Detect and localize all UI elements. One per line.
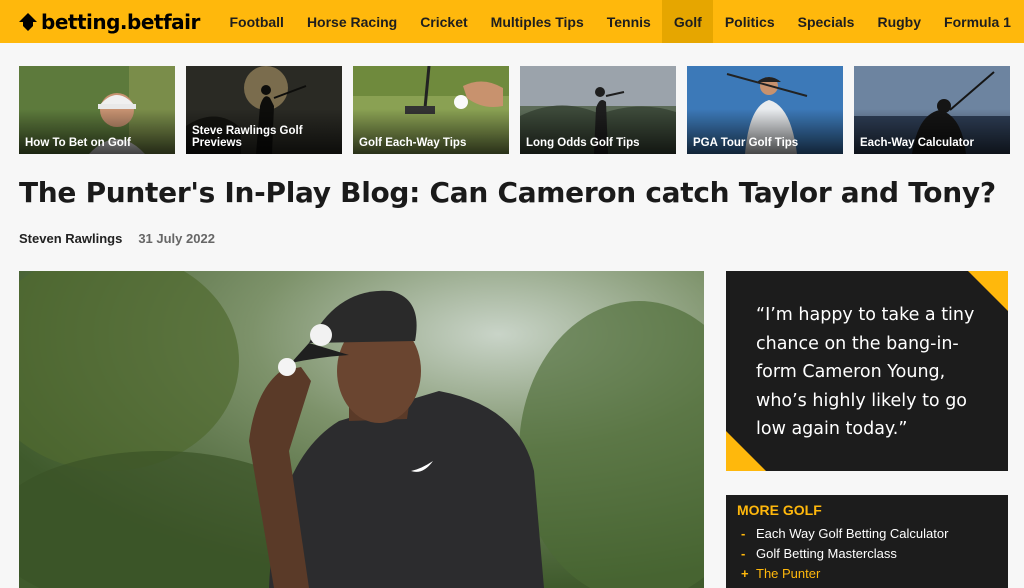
thumbnail-golf-each-way-tips[interactable]: Golf Each-Way Tips [353,66,509,154]
article-byline: Steven Rawlings 31 July 2022 [19,231,215,246]
list-bullet: - [741,525,746,541]
betfair-arrow-logo-icon [19,12,37,31]
nav-item-golf[interactable]: Golf [662,0,714,43]
thumbnail-label: How To Bet on Golf [25,137,131,149]
golfer-tipping-cap-photo [19,271,704,588]
nav-item-horse-racing[interactable]: Horse Racing [295,0,408,43]
golf-thumbnail-strip: How To Bet on Golf Steve Rawlings Golf P… [19,66,1010,154]
thumbnail-label: Each-Way Calculator [860,137,974,149]
more-golf-item-masterclass[interactable]: - Golf Betting Masterclass [737,543,997,563]
nav-item-formula-1[interactable]: Formula 1 [933,0,1023,43]
author-link[interactable]: Steven Rawlings [19,231,122,246]
betfair-logo[interactable]: betting.betfair [0,0,218,43]
nav-item-football[interactable]: Football [218,0,295,43]
more-golf-item-each-way-calculator[interactable]: - Each Way Golf Betting Calculator [737,523,997,543]
thumbnail-how-to-bet-on-golf[interactable]: How To Bet on Golf [19,66,175,154]
nav-item-tennis[interactable]: Tennis [595,0,662,43]
thumbnail-pga-tour-golf-tips[interactable]: PGA Tour Golf Tips [687,66,843,154]
thumbnail-label: Steve Rawlings Golf Previews [192,125,303,149]
thumbnail-each-way-calculator[interactable]: Each-Way Calculator [854,66,1010,154]
logo-text: betting.betfair [41,9,200,34]
list-bullet: - [741,545,746,561]
sport-nav-menu: Football Horse Racing Cricket Multiples … [218,0,1022,43]
more-golf-heading: MORE GOLF [737,502,822,518]
list-item-label: The Punter [756,565,821,581]
top-navigation-bar: betting.betfair Football Horse Racing Cr… [0,0,1024,43]
thumbnail-label: PGA Tour Golf Tips [693,137,799,149]
pull-quote-panel: “I’m happy to take a tiny chance on the … [726,271,1008,471]
nav-item-politics[interactable]: Politics [713,0,786,43]
thumbnail-long-odds-golf-tips[interactable]: Long Odds Golf Tips [520,66,676,154]
thumbnail-label: Golf Each-Way Tips [359,137,467,149]
article-title: The Punter's In-Play Blog: Can Cameron c… [19,176,996,209]
pull-quote-text: “I’m happy to take a tiny chance on the … [756,305,975,439]
list-bullet: + [741,565,749,581]
article-hero-image [19,271,704,588]
thumbnail-steve-rawlings-golf-previews[interactable]: Steve Rawlings Golf Previews [186,66,342,154]
list-item-label: Golf Betting Masterclass [756,545,897,561]
publish-date: 31 July 2022 [138,231,215,246]
nav-item-multiples-tips[interactable]: Multiples Tips [479,0,595,43]
nav-item-cricket[interactable]: Cricket [409,0,479,43]
more-golf-list: - Each Way Golf Betting Calculator - Gol… [737,523,997,583]
nav-item-specials[interactable]: Specials [786,0,866,43]
more-golf-panel: MORE GOLF - Each Way Golf Betting Calcul… [726,495,1008,588]
thumbnail-label: Long Odds Golf Tips [526,137,640,149]
more-golf-item-the-punter[interactable]: + The Punter [737,563,997,583]
nav-item-rugby[interactable]: Rugby [866,0,933,43]
list-item-label: Each Way Golf Betting Calculator [756,525,949,541]
